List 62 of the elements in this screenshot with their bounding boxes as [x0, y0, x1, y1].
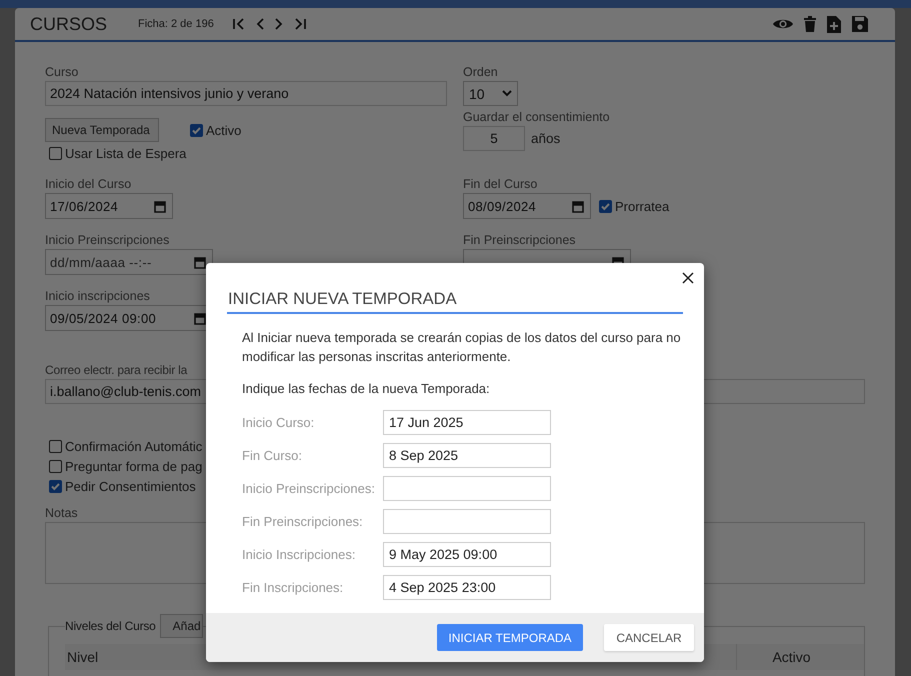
eye-icon[interactable]: [772, 17, 794, 31]
cancel-button[interactable]: CANCELAR: [604, 624, 694, 651]
years-field[interactable]: 5: [463, 126, 525, 151]
field-label: Correo electr. para recibir la: [45, 362, 188, 379]
field-label: Orden: [463, 64, 498, 81]
dialog-title: INICIAR NUEVA TEMPORADA: [227, 288, 683, 314]
field-label: Inicio Preinscripciones: [45, 232, 170, 249]
field-label: Curso: [45, 64, 78, 81]
chevron-down-icon: [502, 90, 512, 97]
next-icon[interactable]: [274, 17, 284, 31]
column-header: Nivel: [66, 648, 98, 667]
field-label: Notas: [45, 505, 78, 522]
date-field[interactable]: 08/09/2024: [463, 193, 591, 219]
panel-legend: Niveles del Curso: [65, 619, 156, 633]
checkbox[interactable]: [190, 124, 203, 136]
checkbox[interactable]: [49, 460, 62, 473]
checkbox-label: Activo: [206, 122, 242, 138]
checkbox-label: Confirmación Automátic: [65, 439, 202, 454]
field-label: Fin Inscripciones:: [242, 580, 344, 595]
checkbox[interactable]: [49, 147, 62, 160]
unit-label: años: [531, 131, 560, 146]
field-label: Fin Curso:: [242, 448, 303, 463]
previous-icon[interactable]: [255, 17, 265, 31]
field-label: Inicio Curso:: [242, 415, 316, 430]
trash-icon[interactable]: [803, 15, 817, 33]
save-icon[interactable]: [851, 15, 869, 33]
date-field[interactable]: 17 Jun 2025: [383, 410, 551, 435]
last-record-icon[interactable]: [293, 17, 307, 31]
new-season-button[interactable]: Nueva Temporada: [45, 118, 159, 142]
field-label: Fin del Curso: [463, 176, 538, 193]
record-counter: Ficha: 2 de 196: [138, 18, 215, 30]
page-title: CURSOS: [30, 14, 108, 34]
date-field[interactable]: dd/mm/aaaa --:--: [45, 249, 213, 275]
field-label: Inicio del Curso: [45, 176, 132, 193]
checkbox-label: Prorratea: [615, 198, 670, 214]
checkbox[interactable]: [49, 440, 62, 453]
date-field[interactable]: [383, 509, 551, 534]
dialog-message: Al Iniciar nueva temporada se crearán copias de los datos del curso para no modificar las personas inscritas anteriormente.: [242, 329, 682, 366]
checkbox[interactable]: [599, 200, 612, 212]
start-season-button[interactable]: INICIAR TEMPORADA: [437, 624, 583, 651]
first-record-icon[interactable]: [232, 17, 246, 31]
close-icon[interactable]: [682, 272, 694, 284]
checkbox-label: Pedir Consentimientos: [65, 479, 196, 494]
field-label: Inicio Inscripciones:: [242, 547, 356, 562]
checkbox-label: Preguntar forma de pag: [65, 459, 202, 474]
new-file-icon[interactable]: [826, 14, 842, 34]
field-label: Inicio inscripciones: [45, 288, 150, 305]
field-label: Fin Preinscripciones: [463, 232, 576, 249]
date-field[interactable]: 9 May 2025 09:00: [383, 542, 551, 567]
date-field[interactable]: [383, 476, 551, 501]
date-field[interactable]: 4 Sep 2025 23:00: [383, 575, 551, 600]
dialog-prompt: Indique las fechas de la nueva Temporada:: [242, 380, 491, 398]
field-label: Inicio Preinscripciones:: [242, 481, 376, 496]
date-field[interactable]: 17/06/2024: [45, 193, 173, 219]
add-button[interactable]: Añad: [160, 614, 203, 638]
course-name-field[interactable]: 2024 Natación intensivos junio y verano: [45, 81, 447, 106]
checkbox[interactable]: [49, 480, 62, 493]
date-field[interactable]: 8 Sep 2025: [383, 443, 551, 468]
field-label: Fin Preinscripciones:: [242, 514, 364, 529]
checkbox-label: Usar Lista de Espera: [65, 146, 186, 161]
field-label: Guardar el consentimiento: [463, 109, 610, 126]
order-select[interactable]: 10: [463, 81, 518, 106]
